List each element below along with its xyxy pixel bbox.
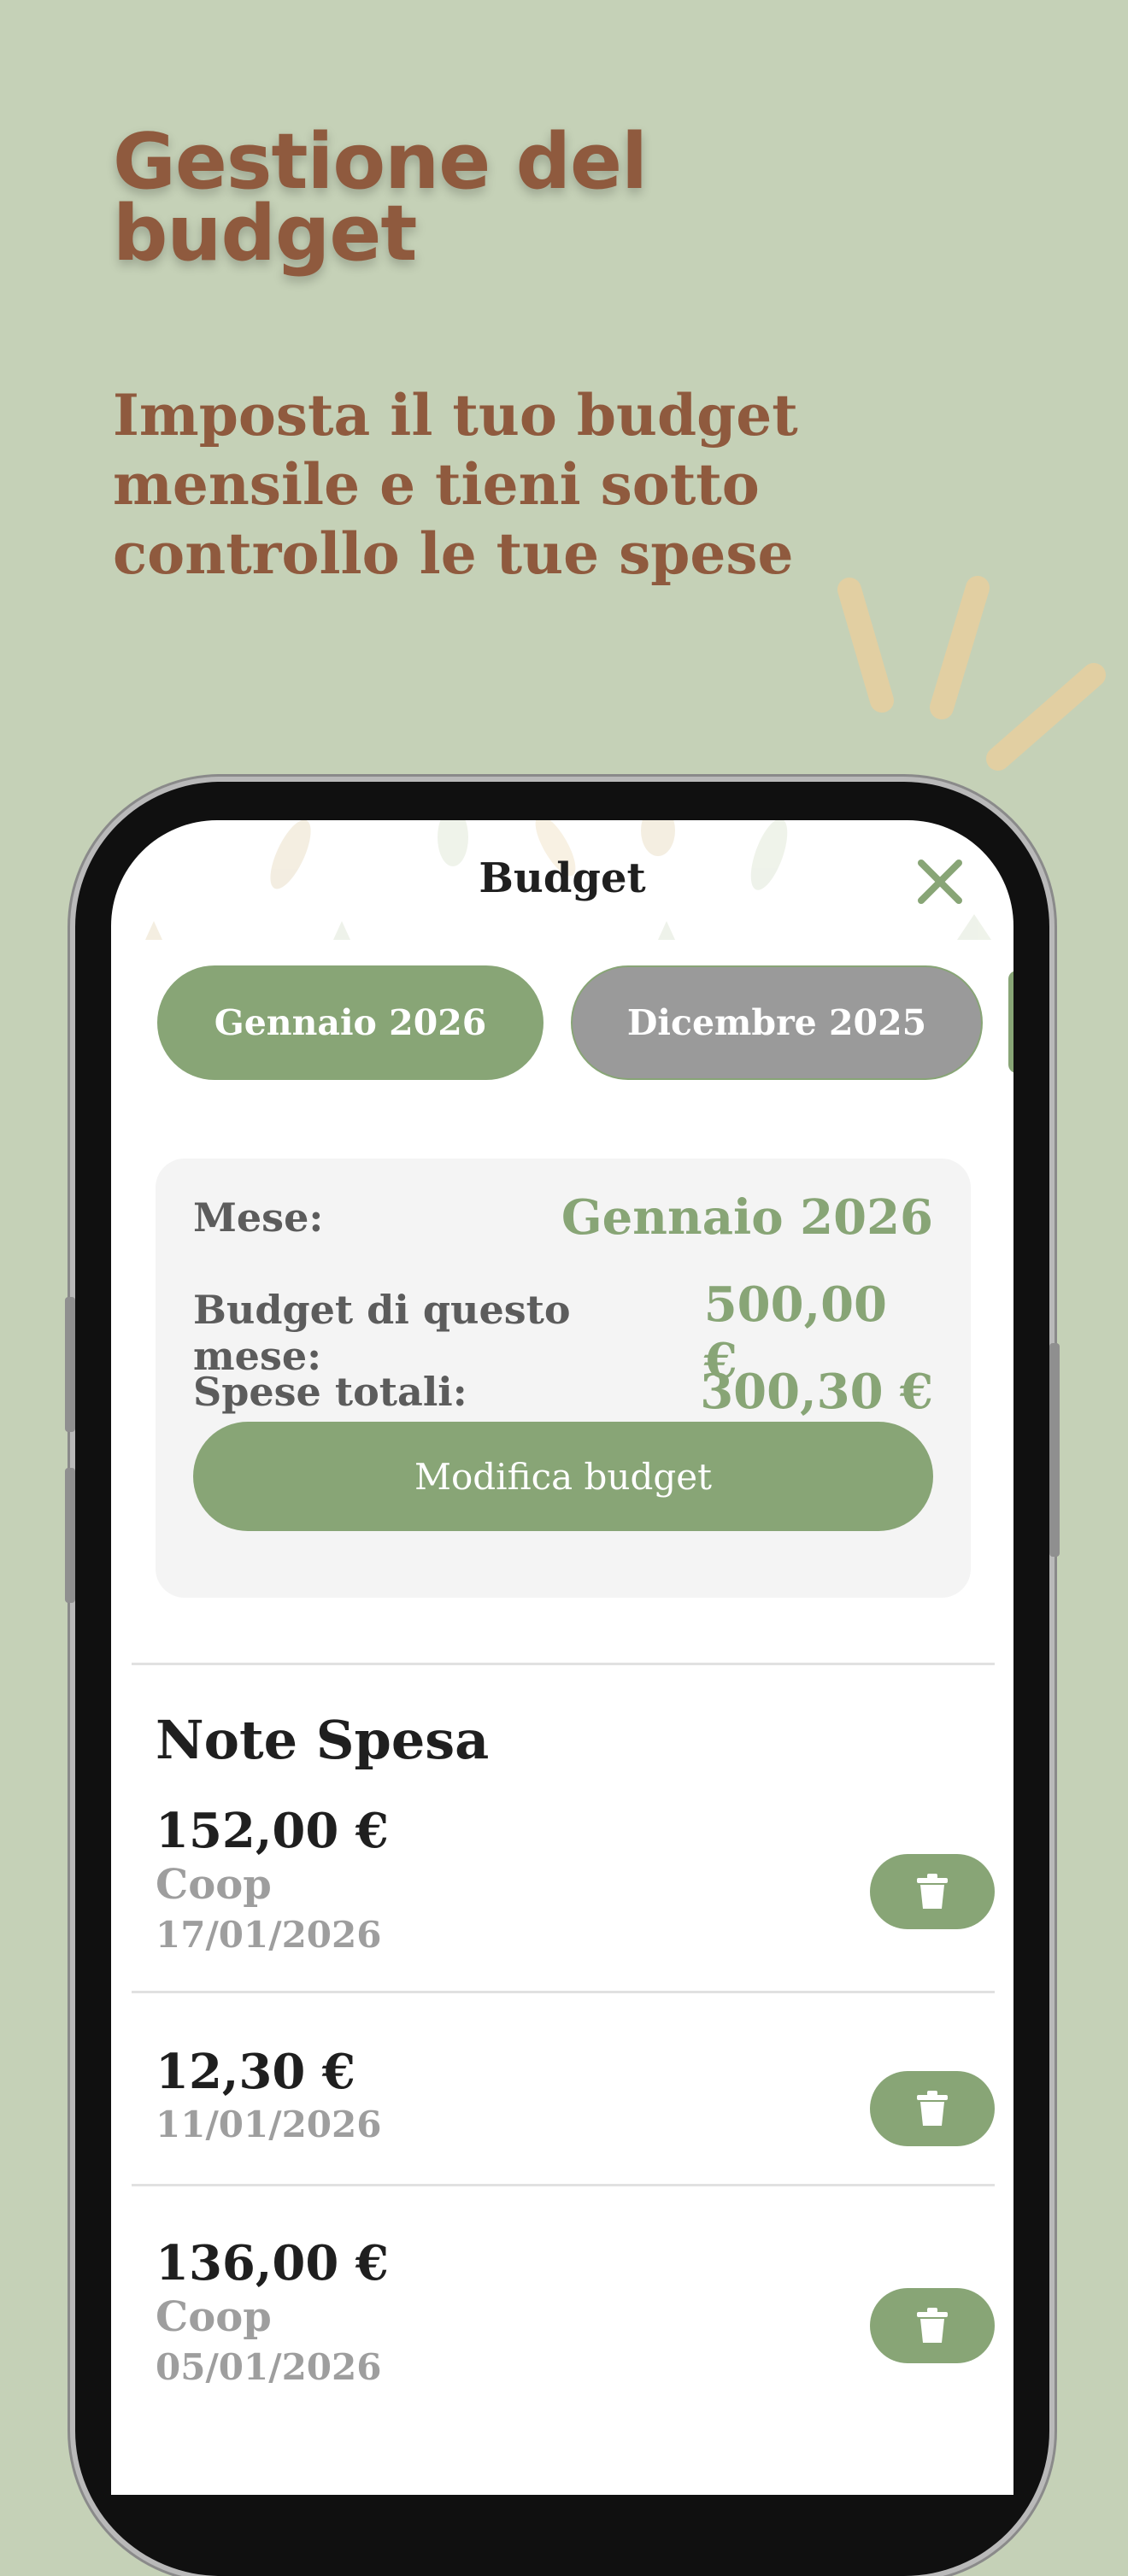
- headline-line-2: budget: [113, 189, 417, 279]
- spent-row: Spese totali: 300,30 €: [193, 1364, 933, 1420]
- divider: [132, 1663, 995, 1665]
- screen-title: Budget: [479, 854, 646, 902]
- close-icon: [918, 860, 962, 904]
- expense-amount: 152,00 €: [156, 1803, 389, 1859]
- expense-date: 05/01/2026: [156, 2346, 382, 2388]
- spent-label: Spese totali:: [193, 1369, 467, 1415]
- close-button[interactable]: [913, 854, 967, 909]
- expense-date: 17/01/2026: [156, 1914, 382, 1956]
- expense-date: 11/01/2026: [156, 2104, 382, 2145]
- promo-subline: Imposta il tuo budget mensile e tieni so…: [113, 382, 798, 587]
- trash-icon: [917, 2091, 948, 2126]
- month-value: Gennaio 2026: [561, 1189, 933, 1246]
- spent-value: 300,30 €: [700, 1364, 933, 1420]
- expenses-title: Note Spesa: [156, 1709, 490, 1771]
- expense-item: 136,00 € Coop 05/01/2026: [156, 2235, 389, 2392]
- month-tab-previous[interactable]: Dicembre 2025: [571, 965, 983, 1080]
- delete-expense-button[interactable]: [870, 2071, 995, 2146]
- month-tab-next-peek[interactable]: [1008, 971, 1013, 1073]
- delete-expense-button[interactable]: [870, 1854, 995, 1929]
- promo-headline: Gestione del budget: [113, 124, 648, 273]
- edit-budget-button[interactable]: Modifica budget: [193, 1422, 933, 1531]
- expense-amount: 12,30 €: [156, 2044, 355, 2100]
- trash-icon: [917, 2308, 948, 2343]
- expense-amount: 136,00 €: [156, 2235, 389, 2291]
- expense-item: 12,30 € 11/01/2026: [156, 2044, 381, 2150]
- budget-summary-card: Mese: Gennaio 2026 Budget di questo mese…: [156, 1159, 971, 1598]
- divider: [132, 1991, 995, 1993]
- month-tab-current[interactable]: Gennaio 2026: [157, 965, 543, 1080]
- expense-item: 152,00 € Coop 17/01/2026: [156, 1803, 389, 1960]
- trash-icon: [917, 1874, 948, 1909]
- phone-side-button: [65, 1468, 75, 1603]
- app-screen: Budget Gennaio 2026 Dicembre 2025 Mese: …: [111, 820, 1013, 2495]
- month-row: Mese: Gennaio 2026: [193, 1189, 933, 1246]
- phone-power-button: [1049, 1343, 1060, 1557]
- phone-side-button: [65, 1297, 75, 1432]
- divider: [132, 2184, 995, 2186]
- delete-expense-button[interactable]: [870, 2288, 995, 2363]
- expense-store: Coop: [156, 2293, 272, 2341]
- expense-store: Coop: [156, 1861, 272, 1909]
- month-label: Mese:: [193, 1194, 324, 1241]
- decorative-strokes: [837, 576, 1106, 771]
